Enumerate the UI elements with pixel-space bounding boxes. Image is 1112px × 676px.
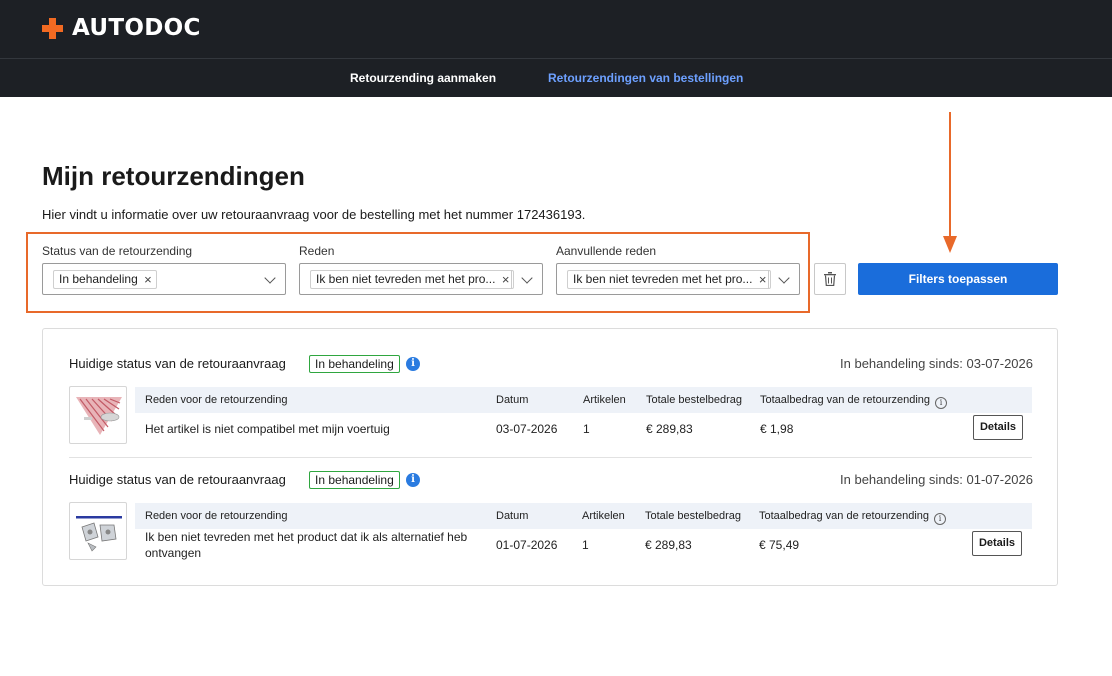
column-header-order-total: Totale bestelbedrag — [646, 394, 743, 406]
entry-divider — [69, 457, 1032, 458]
nav-create-return[interactable]: Retourzending aanmaken — [350, 71, 496, 85]
status-since: In behandeling sinds: 03-07-2026 — [840, 356, 1033, 371]
chevron-down-icon[interactable] — [264, 272, 276, 284]
return-amount: € 1,98 — [760, 422, 794, 436]
apply-filters-button[interactable]: Filters toepassen — [858, 263, 1058, 295]
column-header-date: Datum — [496, 394, 529, 406]
column-header-return-total-label: Totaalbedrag van de retourzending — [760, 394, 931, 406]
returns-card: Huidige status van de retouraanvraag In … — [42, 328, 1058, 586]
column-header-return-total-label: Totaalbedrag van de retourzending — [759, 510, 930, 522]
column-header-return-total: Totaalbedrag van de retourzending i — [760, 394, 948, 409]
sub-navigation: Retourzending aanmaken Retourzendingen v… — [0, 58, 1112, 97]
product-thumbnail[interactable] — [69, 502, 127, 560]
return-reason: Het artikel is niet compatibel met mijn … — [145, 422, 390, 436]
return-date: 03-07-2026 — [496, 422, 558, 436]
select-separator — [511, 270, 512, 289]
filter-status-label: Status van de retourzending — [42, 244, 193, 258]
filter-reason-chip-label: Ik ben niet tevreden met het pro... — [316, 272, 496, 286]
column-header-date: Datum — [496, 510, 529, 522]
info-outline-icon[interactable]: i — [935, 397, 948, 409]
return-reason-line-2: ontvangen — [145, 546, 202, 560]
page-intro: Hier vindt u informatie over uw retouraa… — [42, 207, 586, 222]
info-icon[interactable]: i — [406, 473, 420, 487]
filter-reason-label: Reden — [299, 244, 335, 258]
status-since: In behandeling sinds: 01-07-2026 — [840, 472, 1033, 487]
filter-reason-select[interactable]: Ik ben niet tevreden met het pro... × — [299, 263, 543, 295]
select-separator — [768, 270, 769, 289]
product-image — [76, 397, 122, 435]
filter-extra-reason-select[interactable]: Ik ben niet tevreden met het pro... × — [556, 263, 800, 295]
filter-extra-reason-chip: Ik ben niet tevreden met het pro... × — [567, 270, 772, 289]
details-button[interactable]: Details — [973, 415, 1023, 440]
return-reason-line-1: Ik ben niet tevreden met het product dat… — [145, 530, 468, 544]
top-bar: AUTODOC — [0, 0, 1112, 58]
filter-extra-reason-chip-label: Ik ben niet tevreden met het pro... — [573, 272, 753, 286]
details-button[interactable]: Details — [972, 531, 1022, 556]
status-heading: Huidige status van de retouraanvraag — [69, 356, 286, 371]
info-outline-icon[interactable]: i — [934, 513, 947, 525]
annotation-arrow-line — [949, 112, 951, 240]
table-header: Reden voor de retourzending Datum Artike… — [135, 387, 1032, 413]
info-icon[interactable]: i — [406, 357, 420, 371]
column-header-reason: Reden voor de retourzending — [145, 510, 288, 522]
chevron-down-icon[interactable] — [521, 272, 533, 284]
filter-status: Status van de retourzending In behandeli… — [42, 244, 286, 295]
filter-extra-reason: Aanvullende reden Ik ben niet tevreden m… — [556, 244, 800, 295]
annotation-arrow-head — [943, 236, 957, 253]
return-items: 1 — [583, 422, 590, 436]
autodoc-logo[interactable]: AUTODOC — [42, 15, 201, 41]
product-image — [76, 516, 122, 552]
plus-logo-icon — [42, 17, 63, 39]
column-header-reason: Reden voor de retourzending — [145, 394, 288, 406]
nav-order-returns[interactable]: Retourzendingen van bestellingen — [548, 71, 743, 85]
column-header-order-total: Totale bestelbedrag — [645, 510, 742, 522]
page-title: Mijn retourzendingen — [42, 161, 305, 191]
remove-chip-icon[interactable]: × — [502, 271, 510, 288]
return-amount: € 75,49 — [759, 538, 800, 552]
return-order-total: € 289,83 — [646, 422, 693, 436]
filter-extra-reason-label: Aanvullende reden — [556, 244, 657, 258]
column-header-return-total: Totaalbedrag van de retourzending i — [759, 510, 947, 525]
status-badge: In behandeling — [309, 471, 400, 489]
table-header: Reden voor de retourzending Datum Artike… — [135, 503, 1032, 529]
filter-status-select[interactable]: In behandeling × — [42, 263, 286, 295]
return-order-total: € 289,83 — [645, 538, 692, 552]
return-date: 01-07-2026 — [496, 538, 558, 552]
clear-filters-button[interactable] — [814, 263, 846, 295]
status-heading: Huidige status van de retouraanvraag — [69, 472, 286, 487]
status-badge: In behandeling — [309, 355, 400, 373]
column-header-items: Artikelen — [583, 394, 626, 406]
column-header-items: Artikelen — [582, 510, 625, 522]
return-items: 1 — [582, 538, 589, 552]
filter-reason: Reden Ik ben niet tevreden met het pro..… — [299, 244, 543, 295]
chevron-down-icon[interactable] — [778, 272, 790, 284]
remove-chip-icon[interactable]: × — [759, 271, 767, 288]
trash-icon — [824, 272, 836, 286]
filter-reason-chip: Ik ben niet tevreden met het pro... × — [310, 270, 515, 289]
filter-status-chip-label: In behandeling — [59, 272, 138, 286]
brand-name: AUTODOC — [72, 15, 201, 41]
product-thumbnail[interactable] — [69, 386, 127, 444]
remove-chip-icon[interactable]: × — [144, 271, 152, 288]
filter-status-chip: In behandeling × — [53, 270, 157, 289]
